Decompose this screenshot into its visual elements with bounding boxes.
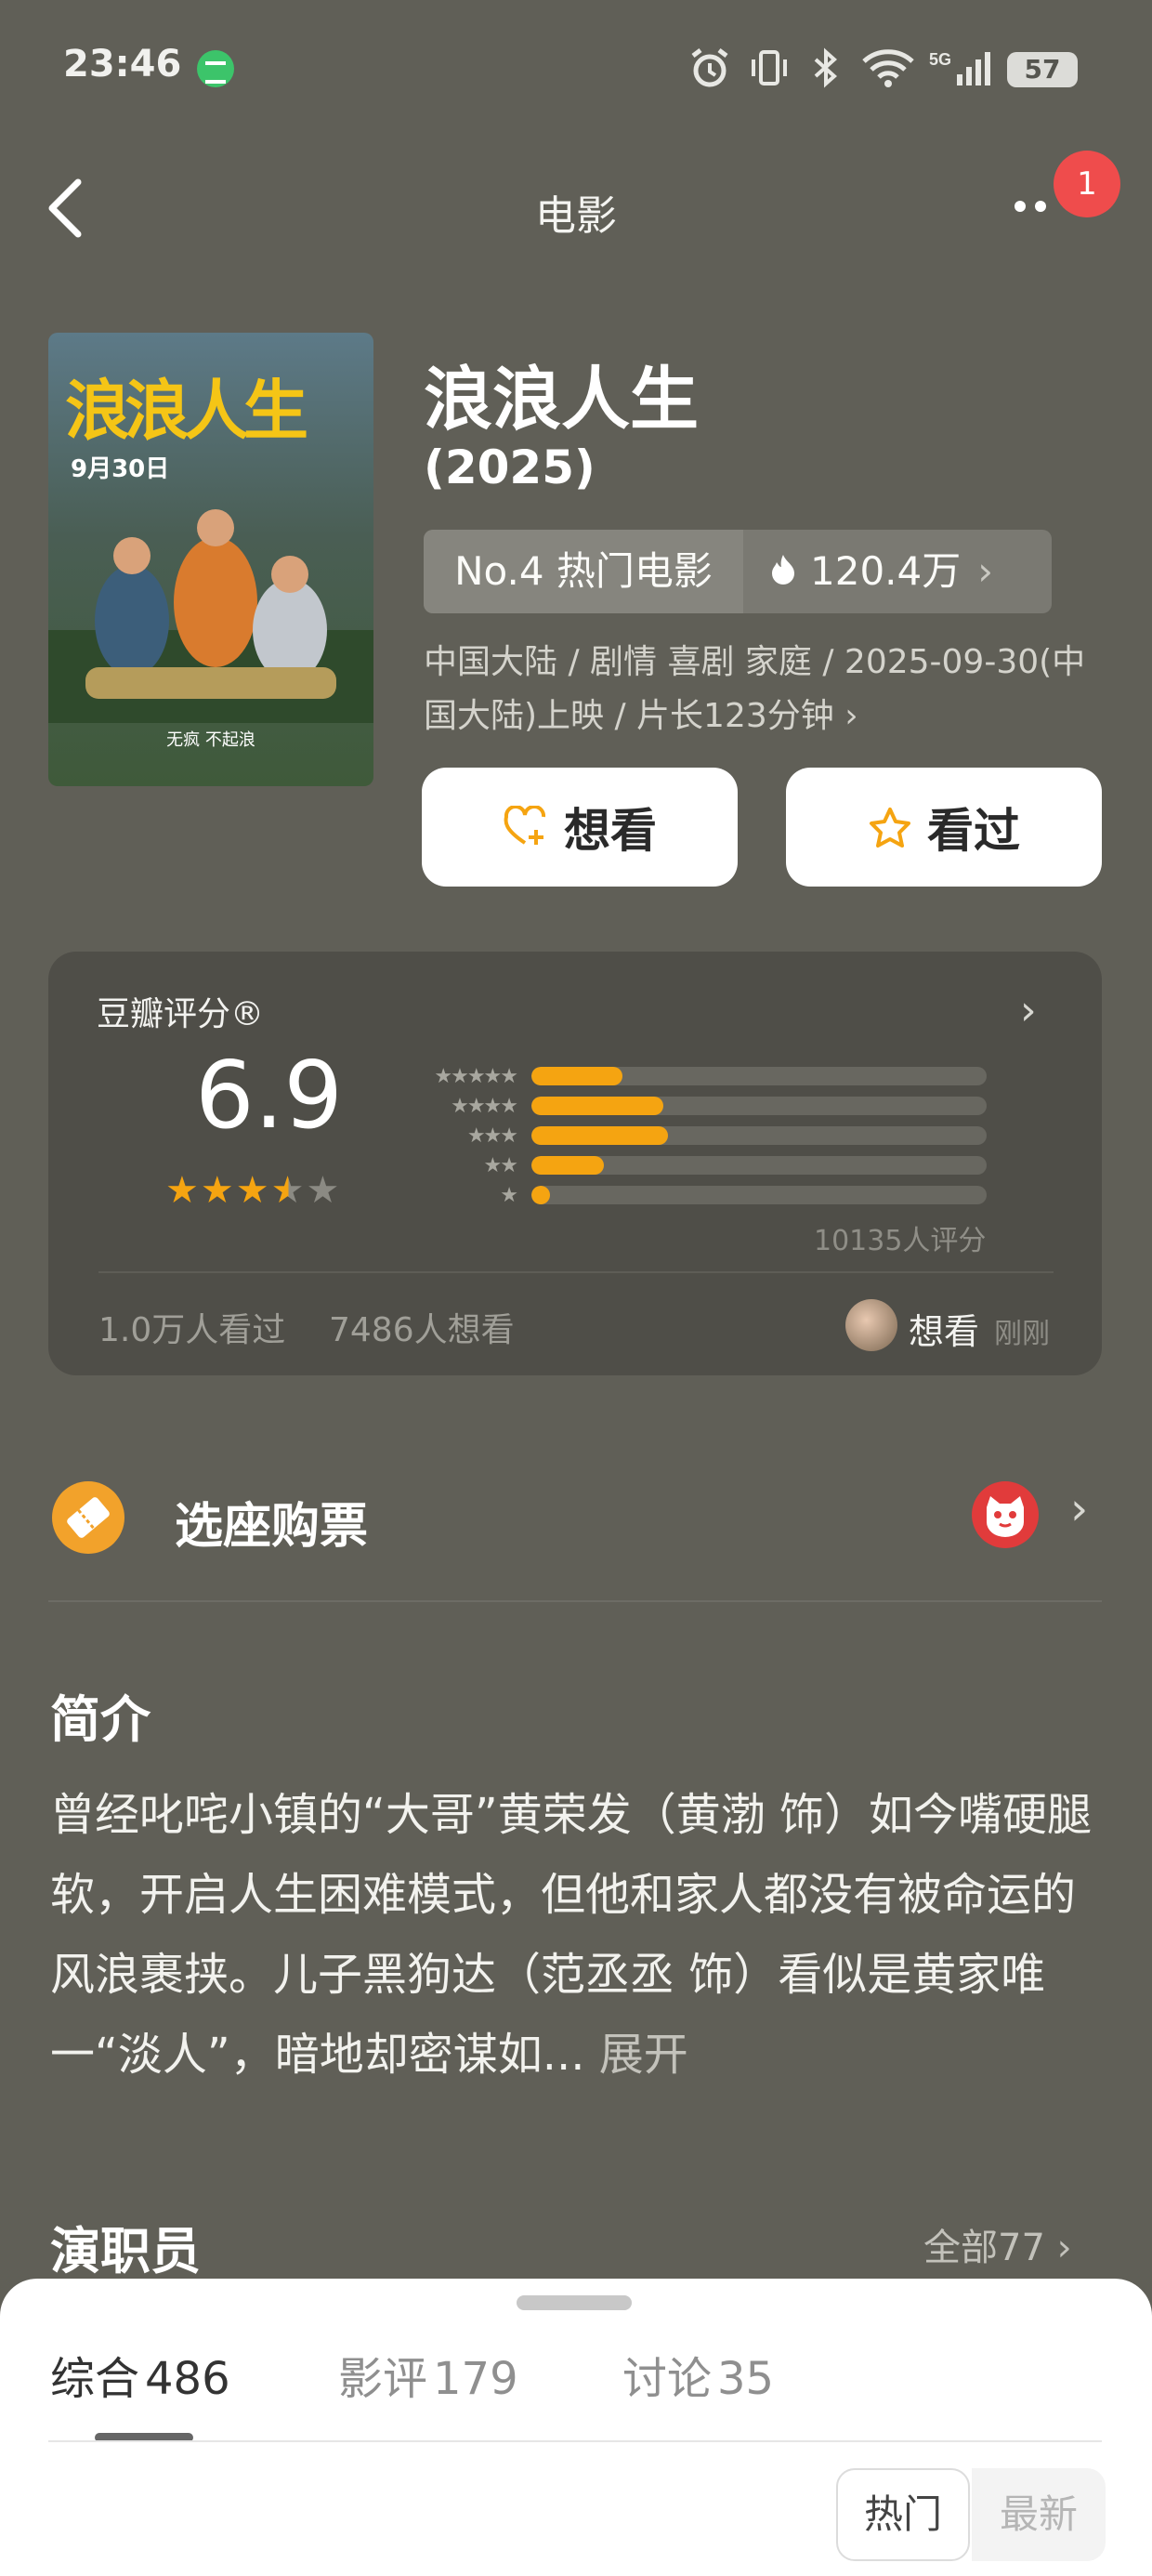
alarm-icon [691,48,728,87]
divider [48,1600,1102,1602]
rating-bar-row: ★★ [399,1153,987,1177]
sheet-drag-handle[interactable] [517,2295,632,2310]
rating-bar-stars: ★★★★ [451,1094,518,1118]
rank-label: No.4 热门电影 [424,530,743,613]
cat-logo-icon [972,1481,1039,1548]
chevron-right-icon[interactable]: › [1020,987,1037,1034]
synopsis-text: 曾经叱咤小镇的“大哥”黄荣发（黄渤 饰）如今嘴硬腿软，开启人生困难模式，但他和家… [50,1775,1109,2095]
message-app-icon [197,50,234,87]
star-half-icon: ★ [270,1169,307,1212]
watched-count: 1.0万人看过 [98,1311,286,1349]
star-full-icon: ★ [235,1169,271,1212]
rating-bar-row: ★★★★ [399,1094,987,1118]
poster-date: 9月30日 [71,455,170,483]
synopsis-heading: 简介 [50,1690,151,1749]
rating-bar-fill [531,1156,605,1175]
heart-plus-icon [504,806,546,845]
tab-overview[interactable]: 综合 486 [50,2342,230,2407]
flame-icon [772,555,794,585]
star-full-icon: ★ [200,1169,236,1212]
star-outline-icon [870,808,910,848]
poster-tagline: 无疯 不起浪 [166,730,255,750]
want-to-watch-label: 想看 [564,804,657,858]
star-empty-icon: ★ [306,1169,342,1212]
poster-artwork [48,509,373,723]
chevron-right-icon: › [977,548,994,594]
chevron-right-icon[interactable]: › [1070,1483,1088,1535]
vibrate-icon [752,50,787,85]
rating-bar-track [531,1067,987,1085]
movie-poster[interactable]: 浪浪人生 9月30日 无疯 不起浪 [48,333,373,786]
friend-action: 想看 [909,1311,980,1352]
wifi-icon [862,49,914,87]
rating-bar-track [531,1097,987,1115]
heat-value: 120.4万 › [743,530,1052,613]
rating-stars: ★★★★★ [165,1169,341,1212]
rating-bar-track [531,1186,987,1204]
cast-heading: 演职员 [50,2222,201,2280]
rating-bar-track [531,1156,987,1175]
divider [48,2440,1102,2442]
rating-label: 豆瓣评分® [97,995,265,1033]
rating-bar-stars: ★ [500,1183,518,1207]
friend-action-time: 刚刚 [994,1318,1050,1350]
movie-meta[interactable]: 中国大陆 / 剧情 喜剧 家庭 / 2025-09-30(中国大陆)上映 / 片… [424,636,1111,743]
page-title: 电影 [535,192,617,240]
sort-hot-button[interactable]: 热门 [836,2468,970,2561]
tab-label: 综合 [50,2353,140,2405]
sort-latest-button[interactable]: 最新 [972,2468,1106,2561]
ticket-icon [52,1481,124,1554]
movie-year: (2025) [424,440,596,494]
rating-bar-row: ★ [399,1183,987,1207]
watched-label: 看过 [927,804,1020,858]
want-to-watch-button[interactable]: 想看 [422,768,738,887]
tab-count: 35 [717,2353,775,2405]
poster-title: 浪浪人生 [65,372,308,449]
heat-number: 120.4万 [810,548,962,594]
signal-5g-icon: 5G [929,50,990,85]
rating-bar-stars: ★★★ [466,1124,518,1148]
rating-bar-row: ★★★ [399,1124,987,1148]
rating-bar-fill [531,1067,622,1085]
avatar[interactable] [845,1299,897,1351]
rating-score: 6.9 [195,1041,344,1150]
battery-icon: 57 [1007,52,1078,87]
rating-bar-stars: ★★★★★ [434,1064,518,1088]
notification-badge: 1 [1054,151,1120,217]
tab-label: 讨论 [622,2353,713,2405]
tab-count: 179 [433,2353,518,2405]
rating-bar-fill [531,1126,668,1145]
rating-bar-fill [531,1097,664,1115]
bluetooth-icon [814,47,837,88]
rating-bar-row: ★★★★★ [399,1064,987,1088]
tab-label: 影评 [338,2353,428,2405]
divider [98,1271,1054,1273]
rating-bar-stars: ★★ [483,1153,518,1177]
synopsis-body: 曾经叱咤小镇的“大哥”黄荣发（黄渤 饰）如今嘴硬腿软，开启人生困难模式，但他和家… [50,1789,1092,2081]
tab-discussions[interactable]: 讨论 35 [622,2342,774,2407]
wish-count: 7486人想看 [329,1311,515,1349]
star-full-icon: ★ [165,1169,201,1212]
watched-button[interactable]: 看过 [786,768,1102,887]
buy-ticket-label[interactable]: 选座购票 [175,1487,368,1557]
tab-reviews[interactable]: 影评 179 [338,2342,518,2407]
rating-bar-track [531,1126,987,1145]
rating-bar-fill [531,1186,550,1204]
svg-text:5G: 5G [929,50,951,69]
cast-all-link[interactable]: 全部77 › [923,2217,1072,2271]
expand-link[interactable]: 展开 [585,2029,688,2081]
rank-pill[interactable]: No.4 热门电影 120.4万 › [424,530,1052,613]
tab-count: 486 [145,2353,230,2405]
status-time: 23:46 [63,43,182,85]
rating-count: 10135人评分 [814,1225,987,1257]
movie-title: 浪浪人生 [424,360,699,440]
